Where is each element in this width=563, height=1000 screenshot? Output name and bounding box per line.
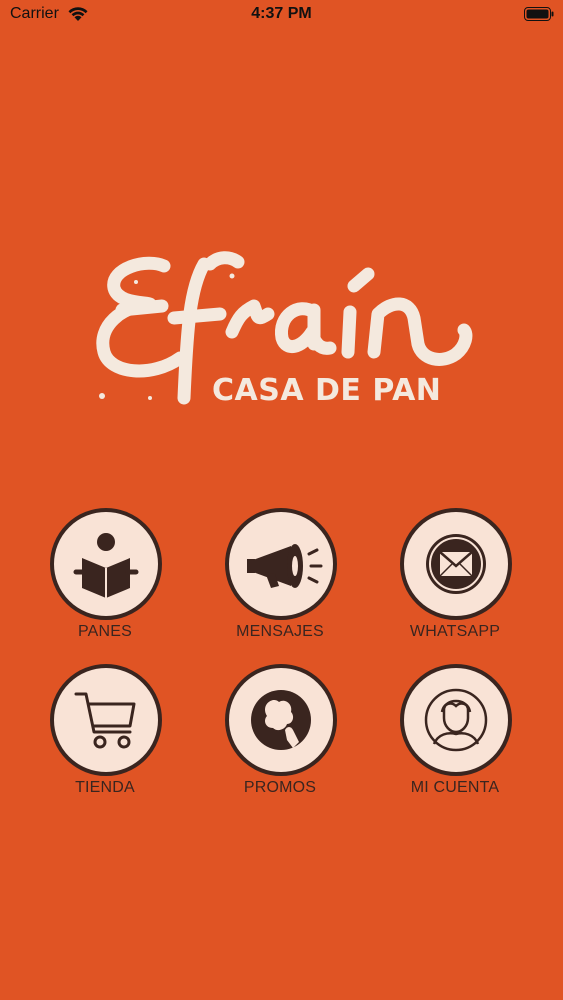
status-time: 4:37 PM <box>251 5 312 22</box>
hand-pointing-icon <box>251 690 311 750</box>
promos-label: PROMOS <box>243 779 317 796</box>
tienda-label: TIENDA <box>75 779 135 796</box>
promos-button[interactable] <box>225 664 337 776</box>
tienda-button[interactable] <box>50 664 162 776</box>
menu-item-promos[interactable]: PROMOS <box>205 664 355 804</box>
panes-button[interactable] <box>50 508 162 620</box>
efrain-logo: CASA DE PAN <box>92 248 477 426</box>
logo-subtitle: CASA DE PAN <box>212 373 442 408</box>
user-avatar-icon <box>424 688 488 752</box>
envelope-icon <box>426 534 486 594</box>
mensajes-label: MENSAJES <box>236 623 324 640</box>
menu-item-mensajes[interactable]: MENSAJES <box>205 508 355 648</box>
menu-item-panes[interactable]: PANES <box>30 508 180 648</box>
megaphone-icon <box>247 544 323 588</box>
shopping-cart-icon <box>74 692 136 749</box>
status-bar: Carrier 4:37 PM <box>0 0 563 30</box>
panes-label: PANES <box>77 623 133 640</box>
menu-item-whatsapp[interactable]: WHATSAPP <box>380 508 530 648</box>
mi-cuenta-label: MI CUENTA <box>410 779 500 796</box>
menu-item-tienda[interactable]: TIENDA <box>30 664 180 804</box>
reading-book-icon <box>73 533 139 598</box>
whatsapp-label: WHATSAPP <box>409 623 501 640</box>
mi-cuenta-button[interactable] <box>400 664 512 776</box>
battery-icon <box>524 7 554 21</box>
mensajes-button[interactable] <box>225 508 337 620</box>
menu-item-mi-cuenta[interactable]: MI CUENTA <box>380 664 530 804</box>
whatsapp-button[interactable] <box>400 508 512 620</box>
